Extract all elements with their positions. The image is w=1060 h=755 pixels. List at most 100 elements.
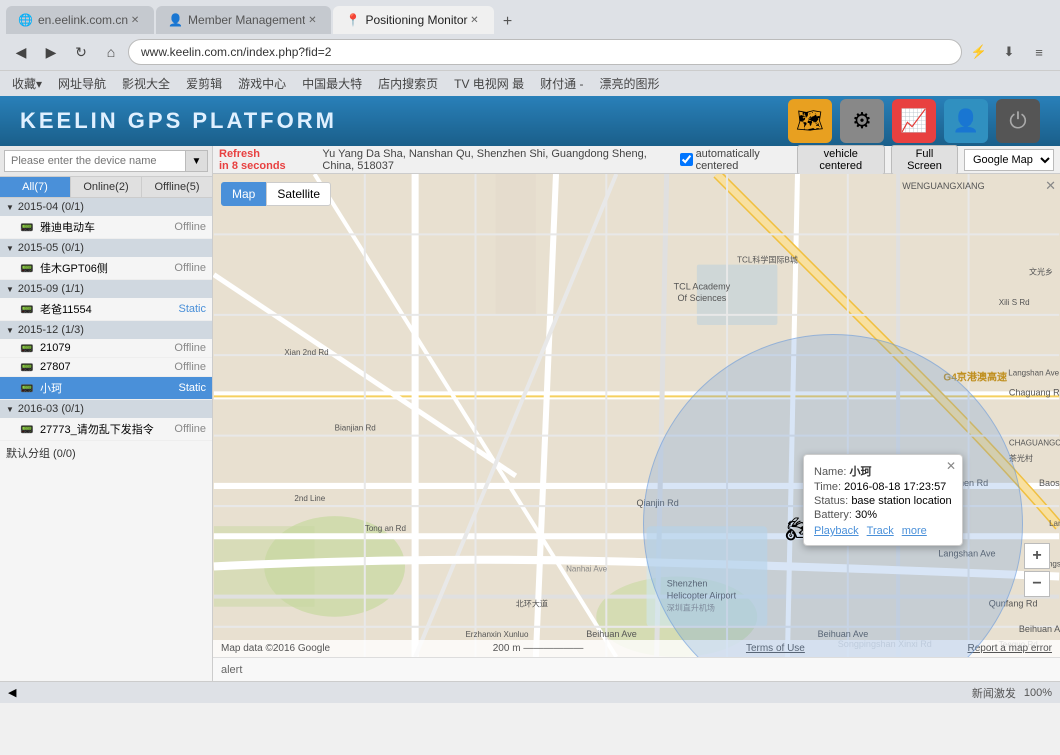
bookmark-item[interactable]: 店内搜索页: [374, 74, 442, 93]
popup-battery-label: Battery:: [814, 509, 852, 521]
url-input[interactable]: [128, 39, 962, 65]
search-dropdown-arrow[interactable]: ▼: [186, 150, 208, 172]
device-list-item[interactable]: 📟 27807 Offline: [0, 358, 212, 377]
device-list-item[interactable]: 📟 老爸11554 Static: [0, 298, 212, 321]
device-list-item[interactable]: 📟 小珂 Static: [0, 377, 212, 400]
svg-text:Erzhanxin Xunluo: Erzhanxin Xunluo: [465, 630, 529, 639]
map-view-button[interactable]: Map: [221, 182, 266, 206]
device-name-label: 27773_请勿乱下发指令: [40, 421, 170, 437]
satellite-view-button[interactable]: Satellite: [266, 182, 331, 206]
popup-close-button[interactable]: ✕: [946, 459, 956, 473]
refresh-button[interactable]: ↻: [68, 39, 94, 65]
chart-icon-button[interactable]: 📈: [892, 99, 936, 143]
svg-text:Langshan Ave: Langshan Ave: [1008, 368, 1059, 377]
power-icon-button[interactable]: ⏻: [996, 99, 1040, 143]
popup-name-value: 小珂: [849, 466, 871, 478]
device-list-item[interactable]: 📟 雅迪电动车 Offline: [0, 216, 212, 239]
home-button[interactable]: ⌂: [98, 39, 124, 65]
device-tab-all-7-[interactable]: All(7): [0, 177, 71, 197]
bookmark-item[interactable]: 漂亮的图形: [595, 74, 663, 93]
popup-battery-value: 30%: [855, 509, 877, 521]
bookmark-item[interactable]: 收藏▾: [8, 74, 46, 93]
group-triangle-icon: ▼: [6, 285, 14, 294]
popup-status-value: base station location: [851, 495, 951, 507]
popup-time-label: Time:: [814, 481, 841, 493]
back-button[interactable]: ◀: [8, 39, 34, 65]
playback-link[interactable]: Playback: [814, 525, 859, 537]
device-tab-online-2-[interactable]: Online(2): [71, 177, 142, 197]
group-header[interactable]: ▼ 2015-09 (1/1): [0, 280, 212, 298]
settings-button[interactable]: ≡: [1026, 39, 1052, 65]
device-icon: 📟: [20, 262, 36, 274]
device-status-badge: Offline: [174, 221, 206, 233]
group-label: 2015-09 (1/1): [18, 283, 84, 295]
bookmark-item[interactable]: TV 电视网 最: [450, 74, 528, 93]
vehicle-centered-button[interactable]: vehicle centered: [797, 145, 886, 175]
device-list-item[interactable]: 📟 21079 Offline: [0, 339, 212, 358]
device-status-badge: Offline: [174, 262, 206, 274]
tab-close-button[interactable]: ✕: [305, 13, 319, 27]
browser-tab-tab2[interactable]: 👤 Member Management ✕: [156, 6, 331, 34]
zoom-in-button[interactable]: +: [1024, 543, 1050, 569]
device-status-badge: Static: [178, 382, 206, 394]
device-tab-offline-5-[interactable]: Offline(5): [142, 177, 212, 197]
device-search-input[interactable]: [4, 150, 186, 172]
tab-label: Member Management: [188, 13, 305, 27]
auto-centered-checkbox-label[interactable]: automatically centered: [680, 148, 791, 172]
map-container[interactable]: TCL Academy Of Sciences TCL科学国际B城 G4京港澳高…: [213, 174, 1060, 657]
svg-text:文光乡: 文光乡: [1029, 267, 1053, 277]
user-icon-button[interactable]: 👤: [944, 99, 988, 143]
svg-text:CHAGUANGCUN: CHAGUANGCUN: [1009, 439, 1060, 448]
track-link[interactable]: Track: [867, 525, 894, 537]
map-type-select[interactable]: Google MapBaidu MapOpenStreet: [964, 149, 1054, 171]
group-triangle-icon: ▼: [6, 244, 14, 253]
svg-text:Beihuan Ave: Beihuan Ave: [1019, 624, 1060, 634]
bookmark-item[interactable]: 游戏中心: [234, 74, 290, 93]
group-header[interactable]: ▼2015-05 (0/1): [0, 239, 212, 257]
report-link[interactable]: Report a map error: [967, 643, 1051, 654]
refresh-label: Refresh in 8 seconds: [219, 148, 316, 172]
tab-favicon: 👤: [168, 13, 182, 27]
zoom-out-button[interactable]: −: [1024, 571, 1050, 597]
device-list-item[interactable]: 📟 佳木GPT06侧 Offline: [0, 257, 212, 280]
group-triangle-icon: ▼: [6, 203, 14, 212]
app-title: KEELIN GPS PLATFORM: [20, 108, 337, 134]
right-panel: Refresh in 8 seconds Yu Yang Da Sha, Nan…: [213, 146, 1060, 681]
bookmark-item[interactable]: 中国最大特: [298, 74, 366, 93]
forward-button[interactable]: ▶: [38, 39, 64, 65]
more-link[interactable]: more: [902, 525, 927, 537]
bookmark-item[interactable]: 财付通 -: [536, 74, 587, 93]
map-close-button[interactable]: ✕: [1045, 178, 1056, 194]
group-triangle-icon: ▼: [6, 405, 14, 414]
bookmark-item[interactable]: 网址导航: [54, 74, 110, 93]
device-list-item[interactable]: 📟 27773_请勿乱下发指令 Offline: [0, 418, 212, 441]
device-name-label: 27807: [40, 361, 170, 373]
map-icon-button[interactable]: 🗺: [788, 99, 832, 143]
download-button[interactable]: ⬇: [996, 39, 1022, 65]
full-screen-button[interactable]: Full Screen: [891, 145, 958, 175]
device-status-badge: Offline: [174, 361, 206, 373]
browser-tab-tab3[interactable]: 📍 Positioning Monitor ✕: [333, 6, 493, 34]
popup-status-label: Status:: [814, 495, 848, 507]
bookmark-item[interactable]: 爱剪辑: [182, 74, 226, 93]
svg-text:Of Sciences: Of Sciences: [678, 293, 727, 303]
auto-centered-checkbox[interactable]: [680, 153, 693, 166]
map-controls: + −: [1024, 543, 1050, 597]
news-button[interactable]: 新闻激发: [972, 685, 1016, 701]
device-status-badge: Static: [178, 303, 206, 315]
bookmark-item[interactable]: 影视大全: [118, 74, 174, 93]
group-header[interactable]: ▼2015-04 (0/1): [0, 198, 212, 216]
group-header[interactable]: ▼2016-03 (0/1): [0, 400, 212, 418]
device-tabs-bar: All(7)Online(2)Offline(5): [0, 177, 212, 198]
tab-label: Positioning Monitor: [365, 13, 467, 27]
settings-icon-button[interactable]: ⚙: [840, 99, 884, 143]
group-header[interactable]: ▼2015-12 (1/3): [0, 321, 212, 339]
menu-button[interactable]: ⚡: [966, 39, 992, 65]
svg-text:TCL科学国际B城: TCL科学国际B城: [737, 255, 798, 265]
new-tab-button[interactable]: +: [496, 10, 520, 34]
status-left-button[interactable]: ◀: [8, 686, 16, 699]
browser-tab-tab1[interactable]: 🌐 en.eelink.com.cn ✕: [6, 6, 154, 34]
tab-close-button[interactable]: ✕: [468, 13, 482, 27]
device-icon: 📟: [20, 361, 36, 373]
tab-close-button[interactable]: ✕: [128, 13, 142, 27]
